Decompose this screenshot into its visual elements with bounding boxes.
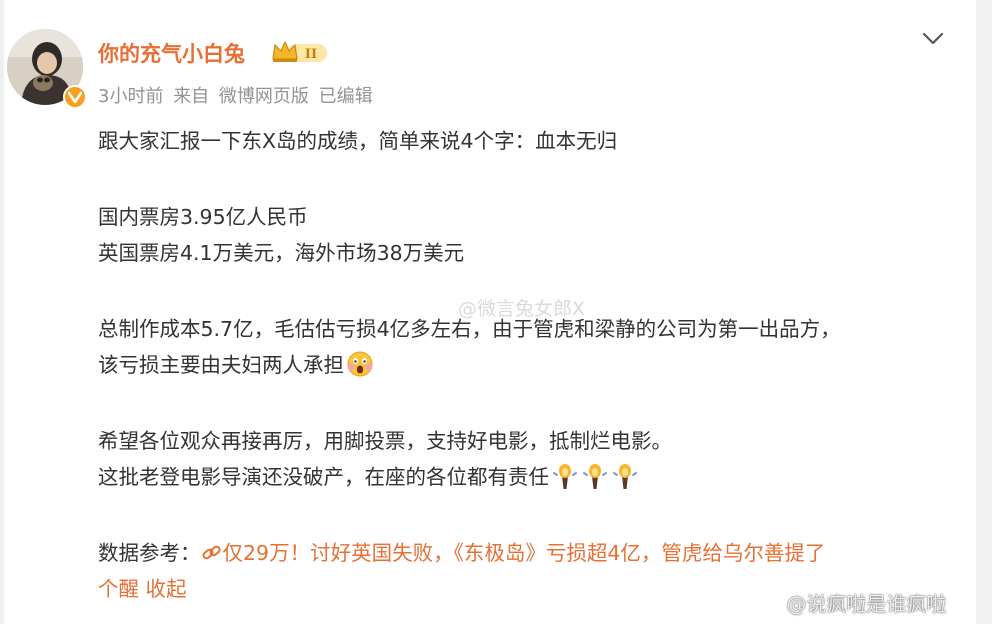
- torch-emoji-icon: [551, 462, 579, 495]
- link-icon: [201, 541, 223, 565]
- post-text: 这批老登电影导演还没破产，在座的各位都有责任: [98, 465, 549, 489]
- post-text-line-with-emoji: 这批老登电影导演还没破产，在座的各位都有责任: [98, 460, 639, 495]
- reference-row: 数据参考： 仅29万！讨好英国失败，《东极岛》亏损超4亿，管虎给乌尔善提了: [98, 536, 825, 566]
- collapse-button[interactable]: 收起: [146, 577, 187, 601]
- post-time[interactable]: 3小时前: [98, 86, 163, 107]
- reference-link[interactable]: 仅29万！讨好英国失败，《东极岛》亏损超4亿，管虎给乌尔善提了: [201, 541, 826, 565]
- edited-label[interactable]: 已编辑: [319, 86, 373, 107]
- torch-emoji-icon: [581, 462, 609, 495]
- shocked-face-emoji-icon: [346, 350, 374, 383]
- reference-label: 数据参考：: [98, 541, 201, 565]
- page: 你的充气小白兔 II 3小时前 来自 微博网页版 已编辑 跟大家汇报一下东X岛的…: [0, 0, 992, 624]
- reference-link-text[interactable]: 个醒: [98, 577, 139, 601]
- post-text-line: 国内票房3.95亿人民币: [98, 205, 308, 229]
- vip-crown-icon[interactable]: II: [271, 39, 329, 65]
- post-text-line: 希望各位观众再接再厉，用脚投票，支持好电影，抵制烂电影。: [98, 429, 672, 453]
- author-avatar-wrap[interactable]: [7, 29, 87, 109]
- watermark-text: @说疯啦是谁疯啦: [786, 592, 947, 616]
- post-text-line: 跟大家汇报一下东X岛的成绩，简单来说4个字：血本无归: [98, 129, 618, 153]
- post-text-line: 英国票房4.1万美元，海外市场38万美元: [98, 241, 465, 265]
- torch-emoji-icon: [611, 462, 639, 495]
- author-name[interactable]: 你的充气小白兔: [98, 38, 245, 68]
- reference-row-continued: 个醒 收起: [98, 572, 187, 602]
- post-text: 该亏损主要由夫妇两人承担: [98, 353, 344, 377]
- more-options-button[interactable]: [920, 25, 946, 51]
- source-prefix: 来自: [173, 86, 210, 107]
- reference-link-text[interactable]: 仅29万！讨好英国失败，《东极岛》亏损超4亿，管虎给乌尔善提了: [223, 541, 826, 565]
- right-scroll-track[interactable]: [976, 0, 992, 624]
- post-source[interactable]: 微博网页版: [219, 86, 309, 107]
- chevron-down-icon: [922, 32, 944, 45]
- post-text-line-with-emoji: 该亏损主要由夫妇两人承担: [98, 348, 374, 383]
- watermark-bottom-right: @说疯啦是谁疯啦: [756, 588, 946, 617]
- vip-level-text: II: [305, 47, 317, 62]
- verified-badge-icon: [63, 85, 87, 109]
- weibo-logo-icon: [756, 596, 778, 613]
- post-meta: 3小时前 来自 微博网页版 已编辑: [98, 82, 377, 108]
- watermark: @微言兔女郎X: [458, 298, 586, 320]
